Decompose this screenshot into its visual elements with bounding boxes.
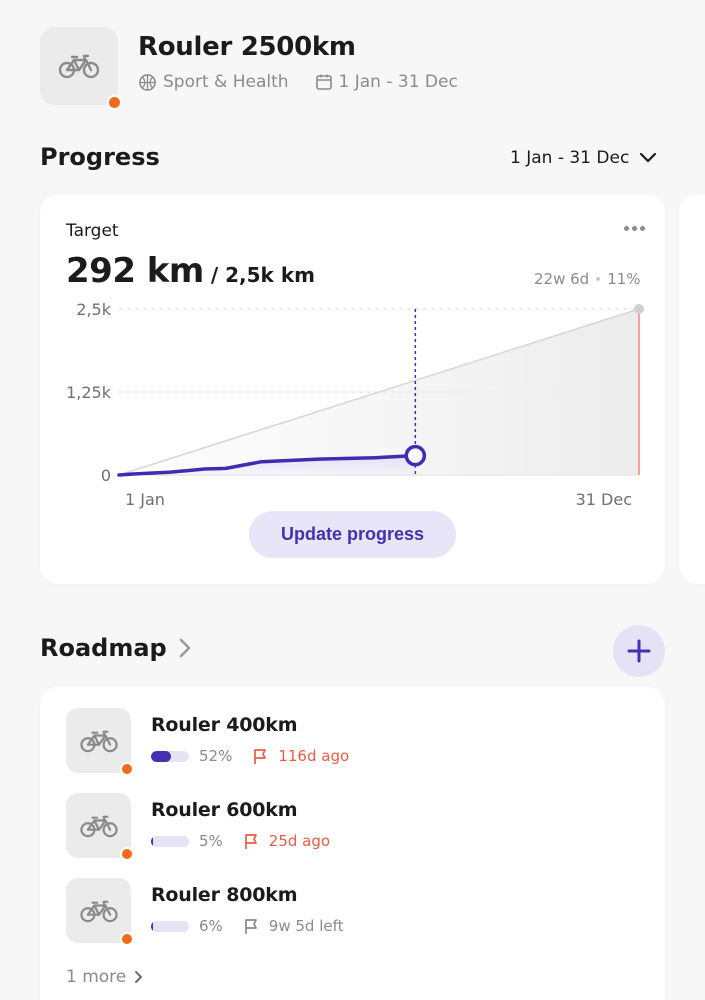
milestone-percent: 52% <box>199 747 233 765</box>
range-selector[interactable]: 1 Jan - 31 Dec <box>510 148 657 168</box>
add-milestone-button[interactable] <box>613 625 665 677</box>
milestone-status: 116d ago <box>278 747 350 765</box>
target-value: / 2,5k km <box>210 263 315 287</box>
status-dot <box>107 95 122 110</box>
percent-complete: 11% <box>607 270 641 288</box>
target-end-point <box>634 304 644 314</box>
y-tick-label: 2,5k <box>76 300 111 319</box>
milestone-progress-fill <box>151 750 171 762</box>
roadmap-header[interactable]: Roadmap <box>40 634 191 662</box>
time-left: 22w 6d <box>534 270 590 288</box>
status-dot <box>120 932 134 946</box>
plus-icon <box>627 639 651 663</box>
bicycle-icon <box>79 900 118 922</box>
milestone-title: Rouler 600km <box>151 799 298 821</box>
more-link[interactable]: 1 more <box>66 967 143 987</box>
milestone-percent: 6% <box>199 917 223 935</box>
x-tick-label: 31 Dec <box>576 490 632 509</box>
value-row: 292 km / 2,5k km <box>66 251 315 291</box>
bicycle-icon <box>79 730 118 752</box>
goal-icon-box <box>40 27 118 105</box>
x-tick-label: 1 Jan <box>125 490 165 509</box>
chevron-down-icon <box>640 152 657 163</box>
next-card-peek[interactable] <box>679 195 705 584</box>
category-label: Sport & Health <box>163 72 289 92</box>
time-percent: 22w 6d 11% <box>534 270 641 288</box>
goal-meta: Sport & Health 1 Jan - 31 Dec <box>138 72 458 92</box>
milestone-progress-bar <box>151 835 189 847</box>
goal-title: Rouler 2500km <box>138 32 356 62</box>
flag-icon <box>244 918 257 934</box>
milestone-title: Rouler 400km <box>151 714 298 736</box>
range-selector-label: 1 Jan - 31 Dec <box>510 148 630 168</box>
milestone-progress-fill <box>151 835 154 847</box>
milestone-progress-bar <box>151 920 189 932</box>
roadmap-card <box>40 687 665 1000</box>
roadmap-heading: Roadmap <box>40 634 167 662</box>
milestone-progress-fill <box>151 920 154 932</box>
progress-heading: Progress <box>40 143 160 171</box>
milestone-status: 9w 5d left <box>268 917 344 935</box>
more-options-icon[interactable] <box>624 226 645 231</box>
milestone-title: Rouler 800km <box>151 884 298 906</box>
target-label: Target <box>66 221 119 241</box>
milestone-status: 25d ago <box>268 832 331 850</box>
milestone-meta: 5% 25d ago <box>151 832 330 850</box>
progress-chart: 2,5k 1,25k 0 1 Jan 31 Dec <box>66 300 644 509</box>
calendar-icon <box>315 74 332 90</box>
date-range-label: 1 Jan - 31 Dec <box>338 72 458 92</box>
chevron-right-icon <box>179 638 191 658</box>
y-tick-label: 0 <box>101 466 111 485</box>
milestone-percent: 5% <box>199 832 223 850</box>
status-dot <box>120 762 134 776</box>
current-point <box>404 444 427 467</box>
current-value: 292 km <box>66 251 204 291</box>
milestone-meta: 6% 9w 5d left <box>151 917 344 935</box>
bicycle-icon <box>79 815 118 837</box>
flag-icon <box>244 833 257 849</box>
bicycle-icon <box>59 54 99 79</box>
y-tick-label: 1,25k <box>66 383 112 402</box>
status-dot <box>120 847 134 861</box>
flag-icon <box>254 748 267 764</box>
milestone-progress-bar <box>151 750 189 762</box>
more-link-label: 1 more <box>66 967 127 987</box>
chevron-right-small-icon <box>135 971 143 983</box>
basketball-icon <box>139 73 156 91</box>
update-progress-button[interactable]: Update progress <box>249 511 456 558</box>
milestone-meta: 52% 116d ago <box>151 747 349 765</box>
